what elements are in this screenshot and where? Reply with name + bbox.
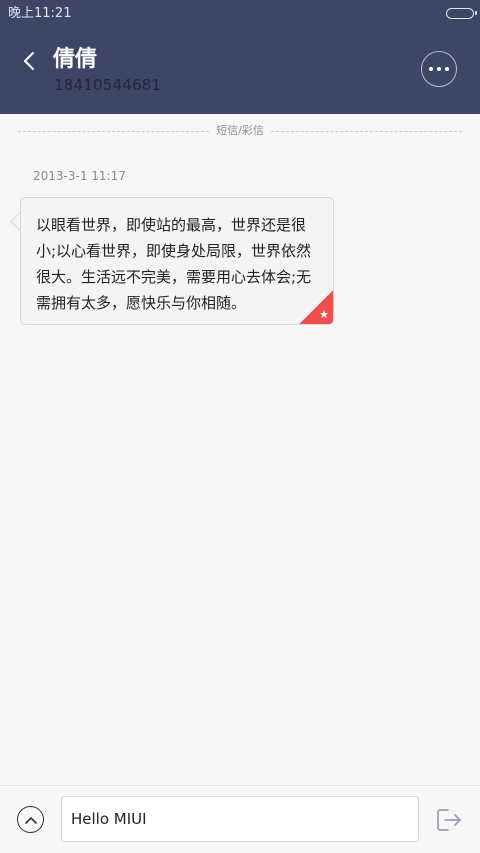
send-icon — [437, 809, 461, 831]
expand-attachments-button[interactable] — [17, 806, 44, 833]
divider-line-right — [270, 130, 462, 132]
status-time: 晚上11:21 — [8, 6, 72, 21]
message-bubble[interactable]: 以眼看世界，即使站的最高，世界还是很小;以心看世界，即使身处局限，世界依然很大。… — [20, 197, 334, 325]
contact-name: 倩倩 — [53, 47, 98, 72]
divider-line-left — [18, 130, 210, 132]
contact-number: 18410544681 — [54, 76, 162, 94]
message-text: 以眼看世界，即使站的最高，世界还是很小;以心看世界，即使身处局限，世界依然很大。… — [36, 216, 312, 312]
more-dots-icon — [429, 67, 449, 71]
status-bar: 晚上11:21 — [0, 0, 480, 28]
chevron-up-icon — [24, 816, 37, 824]
divider-label: 短信/彩信 — [216, 124, 264, 137]
conversation-header: 倩倩 18410544681 — [0, 28, 480, 114]
battery-icon — [446, 8, 477, 19]
message-timestamp: 2013-3-1 11:17 — [33, 169, 126, 183]
composer-bar — [0, 785, 480, 853]
star-icon: ★ — [319, 308, 329, 321]
more-options-button[interactable] — [421, 51, 457, 87]
chevron-left-icon — [24, 52, 34, 70]
favorite-badge: ★ — [299, 290, 333, 324]
send-button[interactable] — [433, 804, 465, 836]
message-input[interactable] — [61, 796, 419, 842]
back-button[interactable] — [12, 44, 46, 78]
message-type-divider: 短信/彩信 — [18, 122, 462, 140]
